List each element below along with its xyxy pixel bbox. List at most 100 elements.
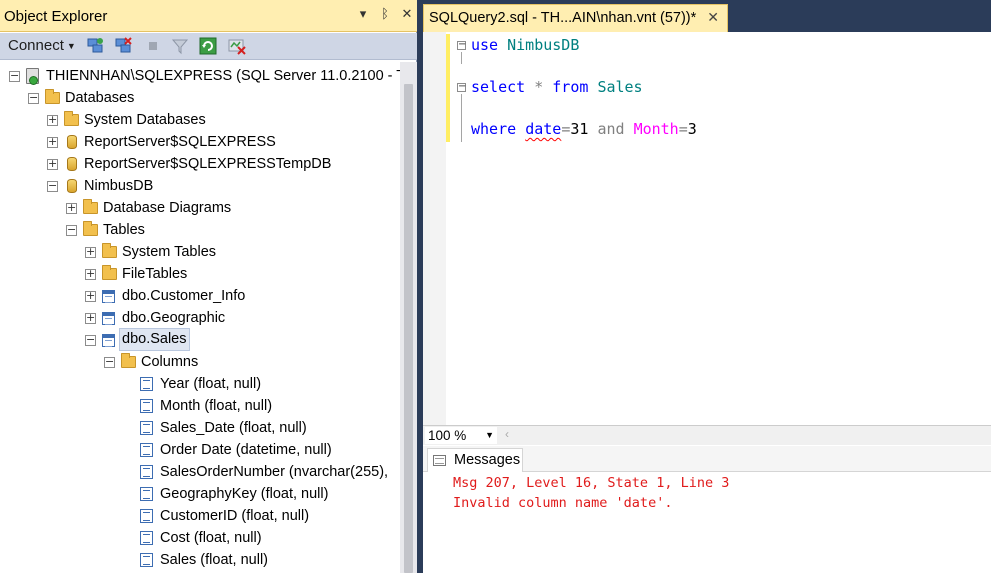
tree-node[interactable]: Year (float, null) [114,373,400,395]
tree-node[interactable]: Order Date (datetime, null) [114,439,400,461]
refresh-icon[interactable] [199,37,217,55]
outline-guide [461,94,462,142]
object-explorer-pane: Object Explorer ▾ ᛒ ✕ Connect ▼ − THIENN… [0,0,417,573]
scroll-left-icon[interactable]: ‹ [505,427,509,441]
zoom-dropdown[interactable]: 100 % ▼ [425,427,497,444]
results-pane: Messages Msg 207, Level 16, State 1, Lin… [423,446,991,573]
collapse-icon[interactable]: − [85,334,96,346]
document-tab-bar: SQLQuery2.sql - TH...AIN\nhan.vnt (57))*… [423,0,991,32]
error-message-line: Msg 207, Level 16, State 1, Line 3 [453,475,730,491]
object-explorer-titlebar[interactable]: Object Explorer ▾ ᛒ ✕ [0,0,417,32]
tree-node-label: Order Date (datetime, null) [160,442,332,458]
tree-node-label: Year (float, null) [160,376,262,392]
collapse-icon[interactable]: − [9,70,20,82]
tree-node-label: Cost (float, null) [160,530,262,546]
collapse-icon[interactable]: − [28,92,39,104]
operator-star: * [534,78,544,96]
outline-guide [461,52,462,64]
tree-node[interactable]: − Tables [57,219,400,241]
editor-gutter [423,32,446,425]
tree-node[interactable]: + dbo.Geographic [76,307,400,329]
tab-messages[interactable]: Messages [427,448,523,472]
tree-node[interactable]: SalesOrderNumber (nvarchar(255), [114,461,400,483]
keyword-select: select [471,78,526,96]
tree-node[interactable]: − THIENNHAN\SQLEXPRESS (SQL Server 11.0.2… [0,65,400,87]
tree-node[interactable]: + System Tables [76,241,400,263]
tree-node[interactable]: Sales (float, null) [114,549,400,571]
tree-node[interactable]: Sales_Date (float, null) [114,417,400,439]
tree-node-label: Database Diagrams [103,200,232,216]
tree-node[interactable]: + Database Diagrams [57,197,400,219]
tree-node[interactable]: − Databases [19,87,400,109]
tree-node-label: Month (float, null) [160,398,273,414]
number-literal: 31 [570,120,589,138]
tree-node-label: GeographyKey (float, null) [160,486,329,502]
table-icon [102,290,115,303]
tree-node[interactable]: GeographyKey (float, null) [114,483,400,505]
tab-title: SQLQuery2.sql - TH...AIN\nhan.vnt (57))* [429,10,697,26]
expand-icon[interactable]: + [85,246,96,258]
tree-node[interactable]: − NimbusDB [38,175,400,197]
tree-node[interactable]: + ReportServer$SQLEXPRESSTempDB [38,153,400,175]
pane-window-buttons: ▾ ᛒ ✕ [357,6,413,22]
expand-icon[interactable]: + [47,136,58,148]
unsaved-change-bar [446,34,450,142]
table-icon [102,334,115,347]
expand-icon[interactable]: + [47,114,58,126]
close-pane-icon[interactable]: ✕ [401,6,413,22]
error-message-line: Invalid column name 'date'. [453,495,673,511]
connect-button[interactable]: Connect ▼ [8,37,76,54]
expand-icon[interactable]: + [66,202,77,214]
folder-icon [102,265,117,280]
database-icon [67,135,77,149]
fold-collapse-icon[interactable]: − [457,40,466,50]
expand-icon[interactable]: + [85,312,96,324]
expand-icon[interactable]: + [85,290,96,302]
close-tab-icon[interactable]: ✕ [707,9,719,26]
column-icon [140,553,153,567]
tree-node-label: Databases [65,90,135,106]
folder-icon [64,111,79,126]
tree-node[interactable]: − Columns [95,351,400,373]
tree-node[interactable]: + FileTables [76,263,400,285]
tree-node-label: Sales_Date (float, null) [160,420,307,436]
fold-collapse-icon[interactable]: − [457,82,466,92]
collapse-icon[interactable]: − [66,224,77,236]
column-icon [140,487,153,501]
column-icon [140,531,153,545]
object-explorer-vertical-scrollbar[interactable] [400,62,417,573]
tree-node[interactable]: + dbo.Customer_Info [76,285,400,307]
editor-status-bar: 100 % ▼ ‹ [423,425,991,445]
tree-node-label: ReportServer$SQLEXPRESSTempDB [84,156,332,172]
filter-icon[interactable] [171,37,189,55]
folder-icon [83,199,98,214]
keyword-where: where [471,120,517,138]
tab-sqlquery2[interactable]: SQLQuery2.sql - TH...AIN\nhan.vnt (57))*… [423,4,728,32]
tree-node[interactable]: − dbo.Sales [76,328,400,351]
column-icon [140,421,153,435]
tree-node[interactable]: Month (float, null) [114,395,400,417]
expand-icon[interactable]: + [47,158,58,170]
collapse-icon[interactable]: − [104,356,115,368]
connect-object-explorer-icon[interactable] [86,37,104,55]
expand-icon[interactable]: + [85,268,96,280]
tree-node[interactable]: CustomerID (float, null) [114,505,400,527]
tree-node[interactable]: + System Databases [38,109,400,131]
disconnect-icon[interactable] [114,37,132,55]
keyword-from: from [552,78,589,96]
stop-icon[interactable] [144,37,162,55]
tree-node-label: FileTables [122,266,188,282]
identifier-database: NimbusDB [507,36,580,54]
tree-node[interactable]: Cost (float, null) [114,527,400,549]
column-icon [140,465,153,479]
collapse-icon[interactable]: − [47,180,58,192]
scrollbar-thumb[interactable] [404,84,413,573]
pane-menu-dropdown-icon[interactable]: ▾ [357,6,369,22]
activity-monitor-icon[interactable] [228,37,246,55]
number-literal: 3 [687,120,697,138]
sql-editor[interactable]: − − use NimbusDB select * from Sales whe… [423,32,991,425]
tree-node-label: THIENNHAN\SQLEXPRESS (SQL Server 11.0.21… [46,68,400,84]
error-identifier-date: date [525,120,562,138]
pin-icon[interactable]: ᛒ [379,6,391,22]
tree-node[interactable]: + ReportServer$SQLEXPRESS [38,131,400,153]
